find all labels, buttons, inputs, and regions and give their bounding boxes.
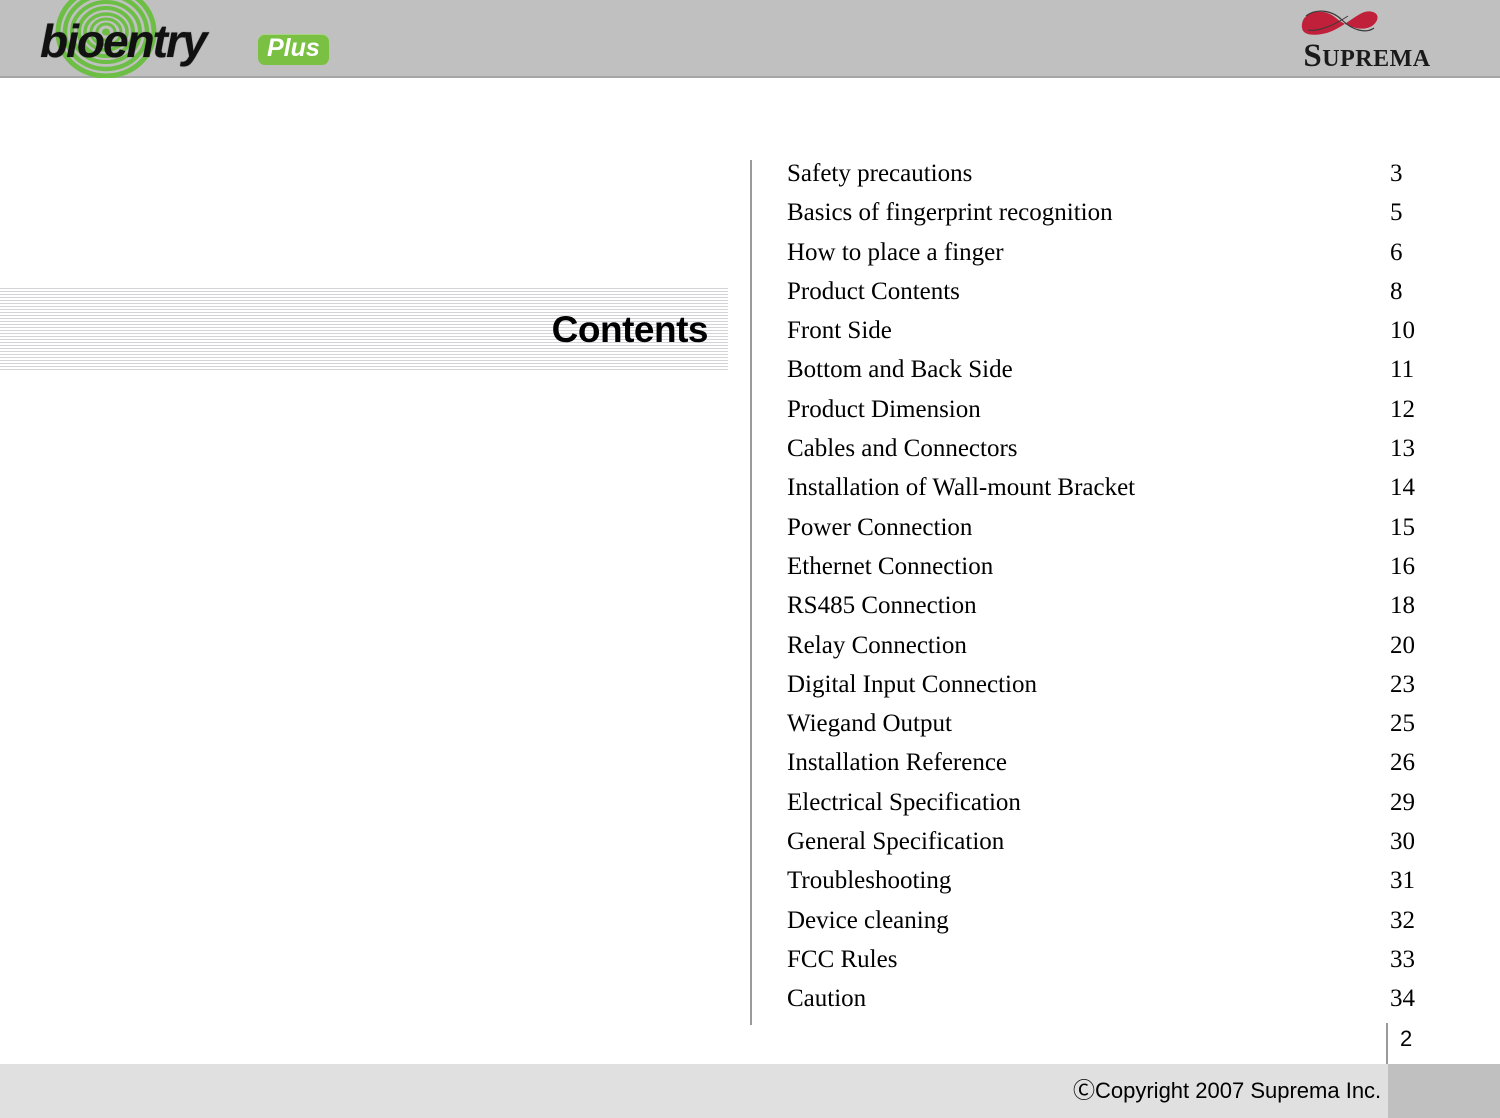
toc-entry[interactable]: Caution 34 [787, 985, 1450, 1024]
toc-entry-label: Product Dimension [787, 395, 981, 423]
table-of-contents: Safety precautions 3 Basics of fingerprint… [750, 160, 1450, 1025]
toc-entry-label: RS485 Connection [787, 592, 977, 620]
toc-entry-page: 8 [1390, 277, 1403, 305]
toc-entry-page: 18 [1390, 592, 1415, 620]
page-number: 2 [1400, 1026, 1413, 1051]
toc-entry-label: Digital Input Connection [787, 670, 1037, 698]
contents-banner: Contents [0, 288, 728, 372]
toc-entry-label: Device cleaning [787, 906, 949, 934]
toc-entry-page: 23 [1390, 670, 1415, 698]
toc-entry-label: FCC Rules [787, 945, 898, 973]
toc-entry-label: Installation of Wall-mount Bracket [787, 474, 1136, 502]
toc-entry[interactable]: Bottom and Back Side 11 [787, 356, 1450, 395]
suprema-logo: SUPREMA [1282, 2, 1452, 76]
toc-entry-label: Product Contents [787, 277, 960, 305]
toc-entry[interactable]: Power Connection 15 [787, 514, 1450, 553]
toc-entry-page: 29 [1390, 788, 1415, 816]
toc-entry[interactable]: Cables and Connectors 13 [787, 435, 1450, 474]
toc-entry[interactable]: Device cleaning 32 [787, 907, 1450, 946]
toc-entry-label: General Specification [787, 828, 1005, 856]
toc-entry-page: 11 [1390, 356, 1415, 384]
toc-entry-page: 6 [1390, 238, 1403, 266]
infinity-swoosh-icon [1296, 2, 1386, 42]
toc-entry[interactable]: Wiegand Output 25 [787, 710, 1450, 749]
toc-entry[interactable]: How to place a finger 6 [787, 239, 1450, 278]
toc-entry-page: 32 [1390, 906, 1415, 934]
toc-entry[interactable]: Electrical Specification 29 [787, 789, 1450, 828]
company-name-first: S [1303, 38, 1323, 74]
copyright-notice: ⒸCopyright 2007 Suprema Inc. [1073, 1078, 1382, 1103]
toc-entry[interactable]: Ethernet Connection 16 [787, 553, 1450, 592]
page-footer-right-block [1388, 1064, 1500, 1118]
toc-entry-page: 10 [1390, 317, 1415, 345]
toc-entry-page: 34 [1390, 985, 1415, 1013]
toc-entry-page: 15 [1390, 513, 1415, 541]
toc-entry[interactable]: Relay Connection 20 [787, 632, 1450, 671]
toc-entry-label: Cables and Connectors [787, 435, 1018, 463]
toc-entry[interactable]: General Specification 30 [787, 828, 1450, 867]
toc-entry-label: Relay Connection [787, 631, 967, 659]
toc-entry-label: Wiegand Output [787, 710, 952, 738]
page-header: bioentry Plus SUPREMA [0, 0, 1500, 78]
toc-entry-page: 5 [1390, 199, 1403, 227]
bioentry-plus-logo: bioentry Plus [40, 0, 340, 78]
toc-entry-page: 26 [1390, 749, 1415, 777]
toc-entry-label: Bottom and Back Side [787, 356, 1013, 384]
toc-entry-label: How to place a finger [787, 238, 1004, 266]
toc-entry-page: 12 [1390, 395, 1415, 423]
toc-entry-page: 13 [1390, 435, 1415, 463]
toc-entry-label: Troubleshooting [787, 867, 952, 895]
toc-entry[interactable]: Product Contents 8 [787, 278, 1450, 317]
toc-entry[interactable]: FCC Rules 33 [787, 946, 1450, 985]
toc-entry[interactable]: Front Side 10 [787, 317, 1450, 356]
brand-name: bioentry [40, 15, 207, 67]
toc-entry-label: Installation Reference [787, 749, 1008, 777]
toc-entry-label: Basics of fingerprint recognition [787, 199, 1113, 227]
toc-entry[interactable]: Installation of Wall-mount Bracket 14 [787, 474, 1450, 513]
toc-entry-page: 31 [1390, 867, 1415, 895]
toc-entry-label: Ethernet Connection [787, 552, 994, 580]
brand-badge-plus: Plus [258, 34, 329, 65]
toc-entry-page: 33 [1390, 945, 1415, 973]
toc-entry[interactable]: Product Dimension 12 [787, 396, 1450, 435]
toc-entry-label: Power Connection [787, 513, 973, 541]
toc-entry-page: 30 [1390, 828, 1415, 856]
toc-entry-page: 16 [1390, 552, 1415, 580]
toc-entry-label: Caution [787, 985, 867, 1013]
toc-entry-page: 25 [1390, 710, 1415, 738]
toc-entry-page: 20 [1390, 631, 1415, 659]
toc-entry-label: Front Side [787, 317, 892, 345]
toc-entry-page: 3 [1390, 160, 1403, 187]
company-name: SUPREMA [1282, 38, 1452, 77]
toc-entry[interactable]: Digital Input Connection 23 [787, 671, 1450, 710]
toc-entry[interactable]: Basics of fingerprint recognition 5 [787, 199, 1450, 238]
toc-entry[interactable]: Safety precautions 3 [787, 160, 1450, 199]
company-name-rest: UPREMA [1322, 46, 1431, 72]
toc-entry-label: Safety precautions [787, 160, 973, 187]
page-title: Contents [551, 309, 709, 350]
toc-entry[interactable]: Troubleshooting 31 [787, 867, 1450, 906]
toc-entry-label: Electrical Specification [787, 788, 1021, 816]
toc-entry-page: 14 [1390, 474, 1415, 502]
toc-entry[interactable]: RS485 Connection 18 [787, 592, 1450, 631]
toc-entry[interactable]: Installation Reference 26 [787, 749, 1450, 788]
